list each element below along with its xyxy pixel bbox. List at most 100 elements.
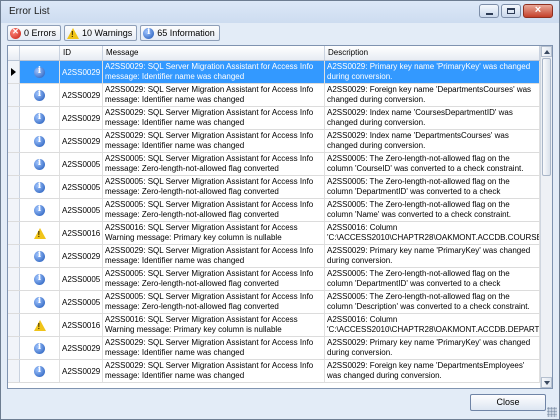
row-message: A2SS0029: SQL Server Migration Assistant… <box>103 245 325 267</box>
row-id: A2SS0005 <box>60 199 103 221</box>
minimize-button[interactable] <box>479 4 499 18</box>
row-type-cell <box>20 153 60 175</box>
row-type-cell <box>20 291 60 313</box>
table-row[interactable]: A2SS0029A2SS0029: SQL Server Migration A… <box>8 84 540 107</box>
information-icon <box>34 135 45 147</box>
row-selector[interactable] <box>8 130 20 152</box>
row-type-cell <box>20 107 60 129</box>
row-description: A2SS0005: The Zero-length-not-allowed fl… <box>325 199 540 221</box>
warning-icon <box>33 319 46 331</box>
row-selector[interactable] <box>8 176 20 198</box>
close-icon: × <box>534 4 542 16</box>
table-row[interactable]: A2SS0005A2SS0005: SQL Server Migration A… <box>8 176 540 199</box>
table-row[interactable]: A2SS0029A2SS0029: SQL Server Migration A… <box>8 61 540 84</box>
warnings-filter-label: 10 Warnings <box>82 28 133 38</box>
row-id: A2SS0029 <box>60 84 103 106</box>
caption-buttons: × <box>479 4 553 18</box>
table-row[interactable]: A2SS0029A2SS0029: SQL Server Migration A… <box>8 337 540 360</box>
row-description: A2SS0029: Foreign key name 'DepartmentsE… <box>325 360 540 382</box>
vertical-scrollbar[interactable] <box>540 46 552 388</box>
row-id: A2SS0029 <box>60 337 103 359</box>
error-grid[interactable]: ID Message Description A2SS0029A2SS0029:… <box>7 45 553 389</box>
row-selector[interactable] <box>8 84 20 106</box>
header-id[interactable]: ID <box>60 46 103 60</box>
row-description: A2SS0029: Primary key name 'PrimaryKey' … <box>325 61 540 83</box>
row-description: A2SS0029: Index name 'CoursesDepartmentI… <box>325 107 540 129</box>
row-type-cell <box>20 360 60 382</box>
row-message: A2SS0029: SQL Server Migration Assistant… <box>103 84 325 106</box>
header-description[interactable]: Description <box>325 46 540 60</box>
information-filter-button[interactable]: 65 Information <box>140 25 220 41</box>
information-filter-label: 65 Information <box>157 28 215 38</box>
errors-filter-button[interactable]: 0 Errors <box>7 25 62 41</box>
maximize-button[interactable] <box>501 4 521 18</box>
row-type-cell <box>20 337 60 359</box>
row-message: A2SS0016: SQL Server Migration Assistant… <box>103 314 325 336</box>
row-id: A2SS0029 <box>60 61 103 83</box>
close-window-button[interactable]: × <box>523 4 553 18</box>
scroll-up-arrow-icon[interactable] <box>541 46 552 57</box>
row-selector[interactable] <box>8 222 20 244</box>
header-message[interactable]: Message <box>103 46 325 60</box>
row-selector[interactable] <box>8 153 20 175</box>
row-selector[interactable] <box>8 199 20 221</box>
row-type-cell <box>20 176 60 198</box>
row-type-cell <box>20 84 60 106</box>
scroll-thumb[interactable] <box>542 58 551 176</box>
information-icon <box>34 296 45 308</box>
row-type-cell <box>20 245 60 267</box>
row-description: A2SS0005: The Zero-length-not-allowed fl… <box>325 176 540 198</box>
close-button[interactable]: Close <box>470 394 546 411</box>
row-id: A2SS0005 <box>60 291 103 313</box>
table-row[interactable]: A2SS0005A2SS0005: SQL Server Migration A… <box>8 291 540 314</box>
warning-icon <box>33 227 46 239</box>
minimize-icon <box>486 13 493 15</box>
header-icon-column[interactable] <box>20 46 60 60</box>
row-id: A2SS0029 <box>60 360 103 382</box>
row-type-cell <box>20 268 60 290</box>
information-icon <box>143 27 155 39</box>
table-row[interactable]: A2SS0005A2SS0005: SQL Server Migration A… <box>8 268 540 291</box>
row-id: A2SS0005 <box>60 268 103 290</box>
table-row[interactable]: A2SS0016A2SS0016: SQL Server Migration A… <box>8 314 540 337</box>
row-description: A2SS0029: Primary key name 'PrimaryKey' … <box>325 245 540 267</box>
row-selector[interactable] <box>8 291 20 313</box>
table-row[interactable]: A2SS0029A2SS0029: SQL Server Migration A… <box>8 107 540 130</box>
information-icon <box>34 89 45 101</box>
table-row[interactable]: A2SS0029A2SS0029: SQL Server Migration A… <box>8 130 540 153</box>
scroll-down-arrow-icon[interactable] <box>541 377 552 388</box>
row-description: A2SS0005: The Zero-length-not-allowed fl… <box>325 153 540 175</box>
resize-grip-icon[interactable] <box>547 407 557 417</box>
row-selector[interactable] <box>8 268 20 290</box>
row-type-cell <box>20 130 60 152</box>
information-icon <box>34 365 45 377</box>
errors-filter-label: 0 Errors <box>24 28 57 38</box>
row-selector[interactable] <box>8 337 20 359</box>
row-id: A2SS0016 <box>60 314 103 336</box>
row-message: A2SS0029: SQL Server Migration Assistant… <box>103 130 325 152</box>
row-message: A2SS0029: SQL Server Migration Assistant… <box>103 61 325 83</box>
row-id: A2SS0029 <box>60 107 103 129</box>
table-row[interactable]: A2SS0016A2SS0016: SQL Server Migration A… <box>8 222 540 245</box>
table-row[interactable]: A2SS0005A2SS0005: SQL Server Migration A… <box>8 199 540 222</box>
table-row[interactable]: A2SS0005A2SS0005: SQL Server Migration A… <box>8 153 540 176</box>
row-selector[interactable] <box>8 314 20 336</box>
row-description: A2SS0016: Column 'C:\ACCESS2010\CHAPTR28… <box>327 222 540 244</box>
filter-toolbar: 0 Errors 10 Warnings 65 Information <box>7 25 220 43</box>
row-message: A2SS0005: SQL Server Migration Assistant… <box>103 291 325 313</box>
row-id: A2SS0005 <box>60 153 103 175</box>
table-row[interactable]: A2SS0029A2SS0029: SQL Server Migration A… <box>8 360 540 383</box>
row-type-cell <box>20 61 60 83</box>
row-selector[interactable] <box>8 360 20 382</box>
row-selector[interactable] <box>8 245 20 267</box>
window-title: Error List <box>9 6 50 17</box>
row-selector[interactable] <box>8 61 20 83</box>
grid-header: ID Message Description <box>8 46 540 61</box>
table-row[interactable]: A2SS0029A2SS0029: SQL Server Migration A… <box>8 245 540 268</box>
row-message: A2SS0029: SQL Server Migration Assistant… <box>103 360 325 382</box>
warnings-filter-button[interactable]: 10 Warnings <box>64 25 138 41</box>
grid-rows: A2SS0029A2SS0029: SQL Server Migration A… <box>8 61 540 383</box>
title-bar[interactable]: Error List × <box>1 1 559 23</box>
row-message: A2SS0005: SQL Server Migration Assistant… <box>103 268 325 290</box>
row-selector[interactable] <box>8 107 20 129</box>
